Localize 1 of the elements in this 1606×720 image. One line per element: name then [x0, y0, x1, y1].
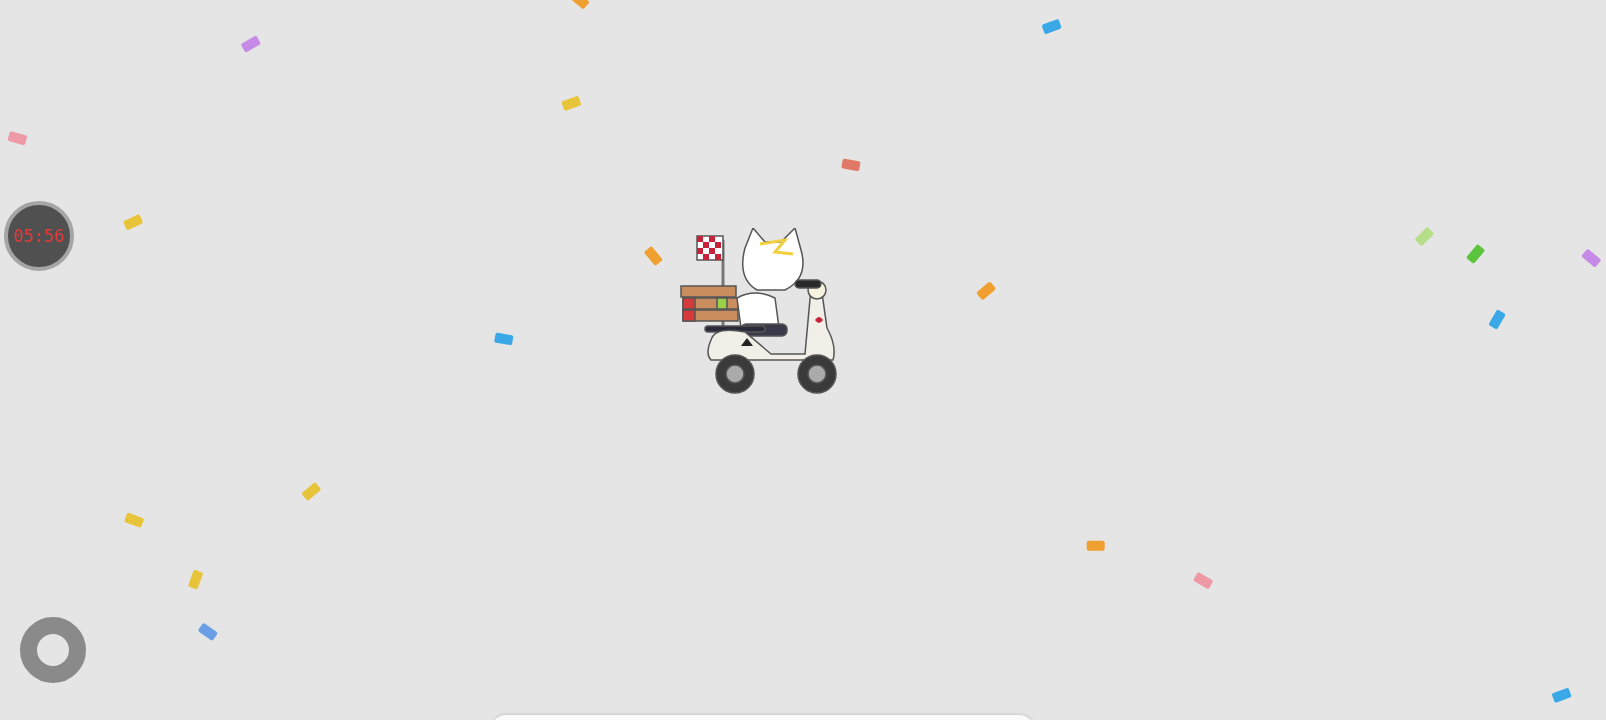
timer-display: 05:56 [4, 201, 74, 271]
